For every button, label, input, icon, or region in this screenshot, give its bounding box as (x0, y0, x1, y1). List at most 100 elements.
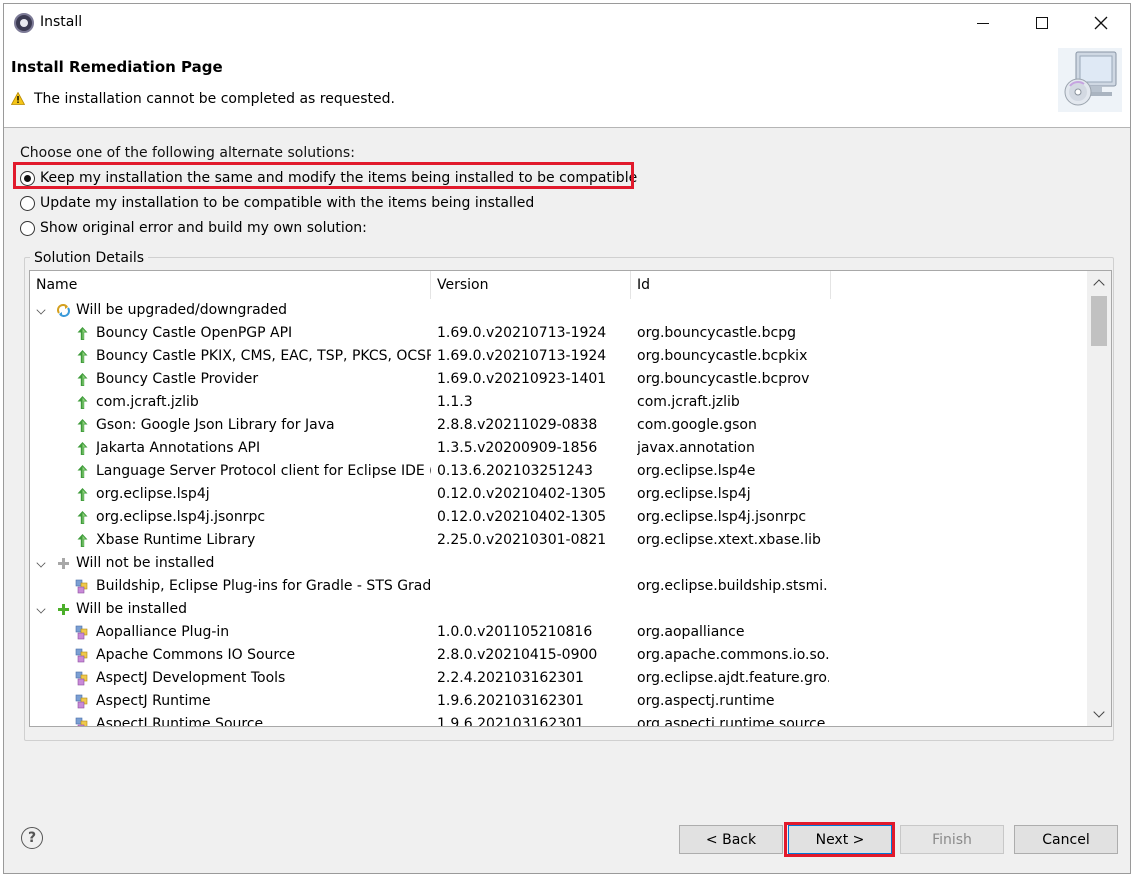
tree-item-row[interactable]: org.eclipse.lsp4j 0.12.0.v20210402-1305 or… (30, 483, 1086, 506)
item-version: 2.8.8.v20211029-0838 (437, 417, 598, 433)
group-label: Solution Details (30, 250, 149, 266)
install-dialog: Install Install Remediation Page The ins… (3, 3, 1131, 874)
scroll-up-button[interactable] (1087, 273, 1111, 293)
page-title: Install Remediation Page (11, 58, 223, 76)
item-name: AspectJ Development Tools (96, 670, 286, 686)
column-id-header[interactable]: Id (631, 271, 831, 299)
tree-item-row[interactable]: Jakarta Annotations API 1.3.5.v20200909-1… (30, 437, 1086, 460)
item-version: 1.69.0.v20210713-1924 (437, 325, 607, 341)
wizard-banner: Install Remediation Page The installatio… (4, 42, 1130, 128)
tree-item-row[interactable]: Buildship, Eclipse Plug-ins for Gradle -… (30, 575, 1086, 598)
item-id: org.aspectj.runtime (637, 693, 775, 709)
tree-item-row[interactable]: Apache Commons IO Source 2.8.0.v20210415-… (30, 644, 1086, 667)
green-up-arrow-icon (75, 441, 90, 456)
feature-icon (75, 579, 90, 594)
solution-details-tree: Name Version Id Will be upgraded/downgra… (29, 270, 1112, 727)
tree-item-row[interactable]: Bouncy Castle Provider 1.69.0.v20210923-1… (30, 368, 1086, 391)
item-id: org.eclipse.buildship.stsmi... (637, 578, 829, 594)
item-id: javax.annotation (637, 440, 755, 456)
chevron-down-icon[interactable] (36, 604, 46, 614)
tree-group-row[interactable]: Will not be installed (30, 552, 1086, 575)
green-up-arrow-icon (75, 395, 90, 410)
window-title: Install (40, 14, 83, 30)
green-up-arrow-icon (75, 349, 90, 364)
radio-label: Update my installation to be compatible … (40, 195, 535, 211)
green-up-arrow-icon (75, 510, 90, 525)
item-id: org.aspectj.runtime.source (637, 716, 826, 727)
back-button-label: < Back (705, 831, 757, 848)
item-id: com.google.gson (637, 417, 757, 433)
item-version: 0.12.0.v20210402-1305 (437, 509, 607, 525)
minimize-icon (977, 22, 989, 24)
item-name: org.eclipse.lsp4j.jsonrpc (96, 509, 266, 525)
item-version: 1.69.0.v20210713-1924 (437, 348, 607, 364)
show-original-error-radio[interactable]: Show original error and build my own sol… (20, 217, 367, 239)
install-computer-icon (1058, 48, 1122, 112)
green-up-arrow-icon (75, 326, 90, 341)
tree-item-row[interactable]: Language Server Protocol client for Ecli… (30, 460, 1086, 483)
item-name: Gson: Google Json Library for Java (96, 417, 335, 433)
annotation-highlight (784, 822, 895, 857)
tree-item-row[interactable]: Bouncy Castle OpenPGP API 1.69.0.v2021071… (30, 322, 1086, 345)
item-name: Bouncy Castle Provider (96, 371, 259, 387)
close-button[interactable] (1072, 4, 1130, 42)
chevron-down-icon[interactable] (36, 305, 46, 315)
tree-item-row[interactable]: org.eclipse.lsp4j.jsonrpc 0.12.0.v2021040… (30, 506, 1086, 529)
tree-item-row[interactable]: Bouncy Castle PKIX, CMS, EAC, TSP, PKCS,… (30, 345, 1086, 368)
radio-label: Show original error and build my own sol… (40, 220, 367, 236)
column-version-header[interactable]: Version (431, 271, 631, 299)
annotation-highlight (13, 162, 634, 189)
item-name: Buildship, Eclipse Plug-ins for Gradle -… (96, 578, 431, 594)
item-name: org.eclipse.lsp4j (96, 486, 210, 502)
tree-item-row[interactable]: Gson: Google Json Library for Java 2.8.8.… (30, 414, 1086, 437)
item-version: 0.13.6.202103251243 (437, 463, 593, 479)
maximize-button[interactable] (1013, 4, 1071, 42)
feature-icon (75, 625, 90, 640)
feature-icon (75, 717, 90, 726)
green-up-arrow-icon (75, 418, 90, 433)
item-version: 1.1.3 (437, 394, 473, 410)
item-name: Aopalliance Plug-in (96, 624, 230, 640)
tree-item-row[interactable]: Xbase Runtime Library 2.25.0.v20210301-08… (30, 529, 1086, 552)
item-id: com.jcraft.jzlib (637, 394, 740, 410)
chevron-down-icon[interactable] (36, 558, 46, 568)
item-id: org.aopalliance (637, 624, 745, 640)
cancel-button-label: Cancel (1042, 831, 1090, 848)
minimize-button[interactable] (954, 4, 1012, 42)
item-version (437, 575, 629, 598)
item-name: Xbase Runtime Library (96, 532, 256, 548)
tree-item-row[interactable]: AspectJ Runtime Source 1.9.6.202103162301… (30, 713, 1086, 727)
tree-item-row[interactable]: AspectJ Development Tools 2.2.4.202103162… (30, 667, 1086, 690)
finish-button-label: Finish (932, 831, 972, 848)
item-name: AspectJ Runtime Source (96, 716, 264, 727)
tree-item-row[interactable]: com.jcraft.jzlib 1.1.3 com.jcraft.jzlib (30, 391, 1086, 414)
gray-plus-icon (56, 556, 71, 571)
finish-button: Finish (900, 825, 1004, 854)
item-name: Bouncy Castle OpenPGP API (96, 325, 293, 341)
help-button[interactable]: ? (21, 827, 43, 849)
group-label: Will be installed (76, 601, 188, 617)
green-up-arrow-icon (75, 487, 90, 502)
column-name-header[interactable]: Name (30, 271, 431, 299)
item-version: 2.8.0.v20210415-0900 (437, 647, 598, 663)
item-name: com.jcraft.jzlib (96, 394, 199, 410)
scroll-thumb[interactable] (1091, 296, 1107, 346)
item-id: org.eclipse.lsp4j (637, 486, 751, 502)
item-name: Language Server Protocol client for Ecli… (96, 463, 431, 479)
tree-group-row[interactable]: Will be upgraded/downgraded (30, 299, 1086, 322)
update-installation-radio[interactable]: Update my installation to be compatible … (20, 192, 534, 214)
item-version: 0.12.0.v20210402-1305 (437, 486, 607, 502)
warning-icon (11, 92, 25, 105)
maximize-icon (1036, 17, 1048, 29)
back-button[interactable]: < Back (679, 825, 783, 854)
close-icon (1094, 16, 1108, 30)
scroll-down-button[interactable] (1087, 704, 1111, 724)
item-version: 1.69.0.v20210923-1401 (437, 371, 607, 387)
item-name: Bouncy Castle PKIX, CMS, EAC, TSP, PKCS,… (96, 348, 431, 364)
vertical-scrollbar[interactable] (1087, 271, 1111, 726)
feature-icon (75, 648, 90, 663)
tree-item-row[interactable]: AspectJ Runtime 1.9.6.202103162301 org.asp… (30, 690, 1086, 713)
tree-item-row[interactable]: Aopalliance Plug-in 1.0.0.v201105210816 or… (30, 621, 1086, 644)
tree-group-row[interactable]: Will be installed (30, 598, 1086, 621)
cancel-button[interactable]: Cancel (1014, 825, 1118, 854)
